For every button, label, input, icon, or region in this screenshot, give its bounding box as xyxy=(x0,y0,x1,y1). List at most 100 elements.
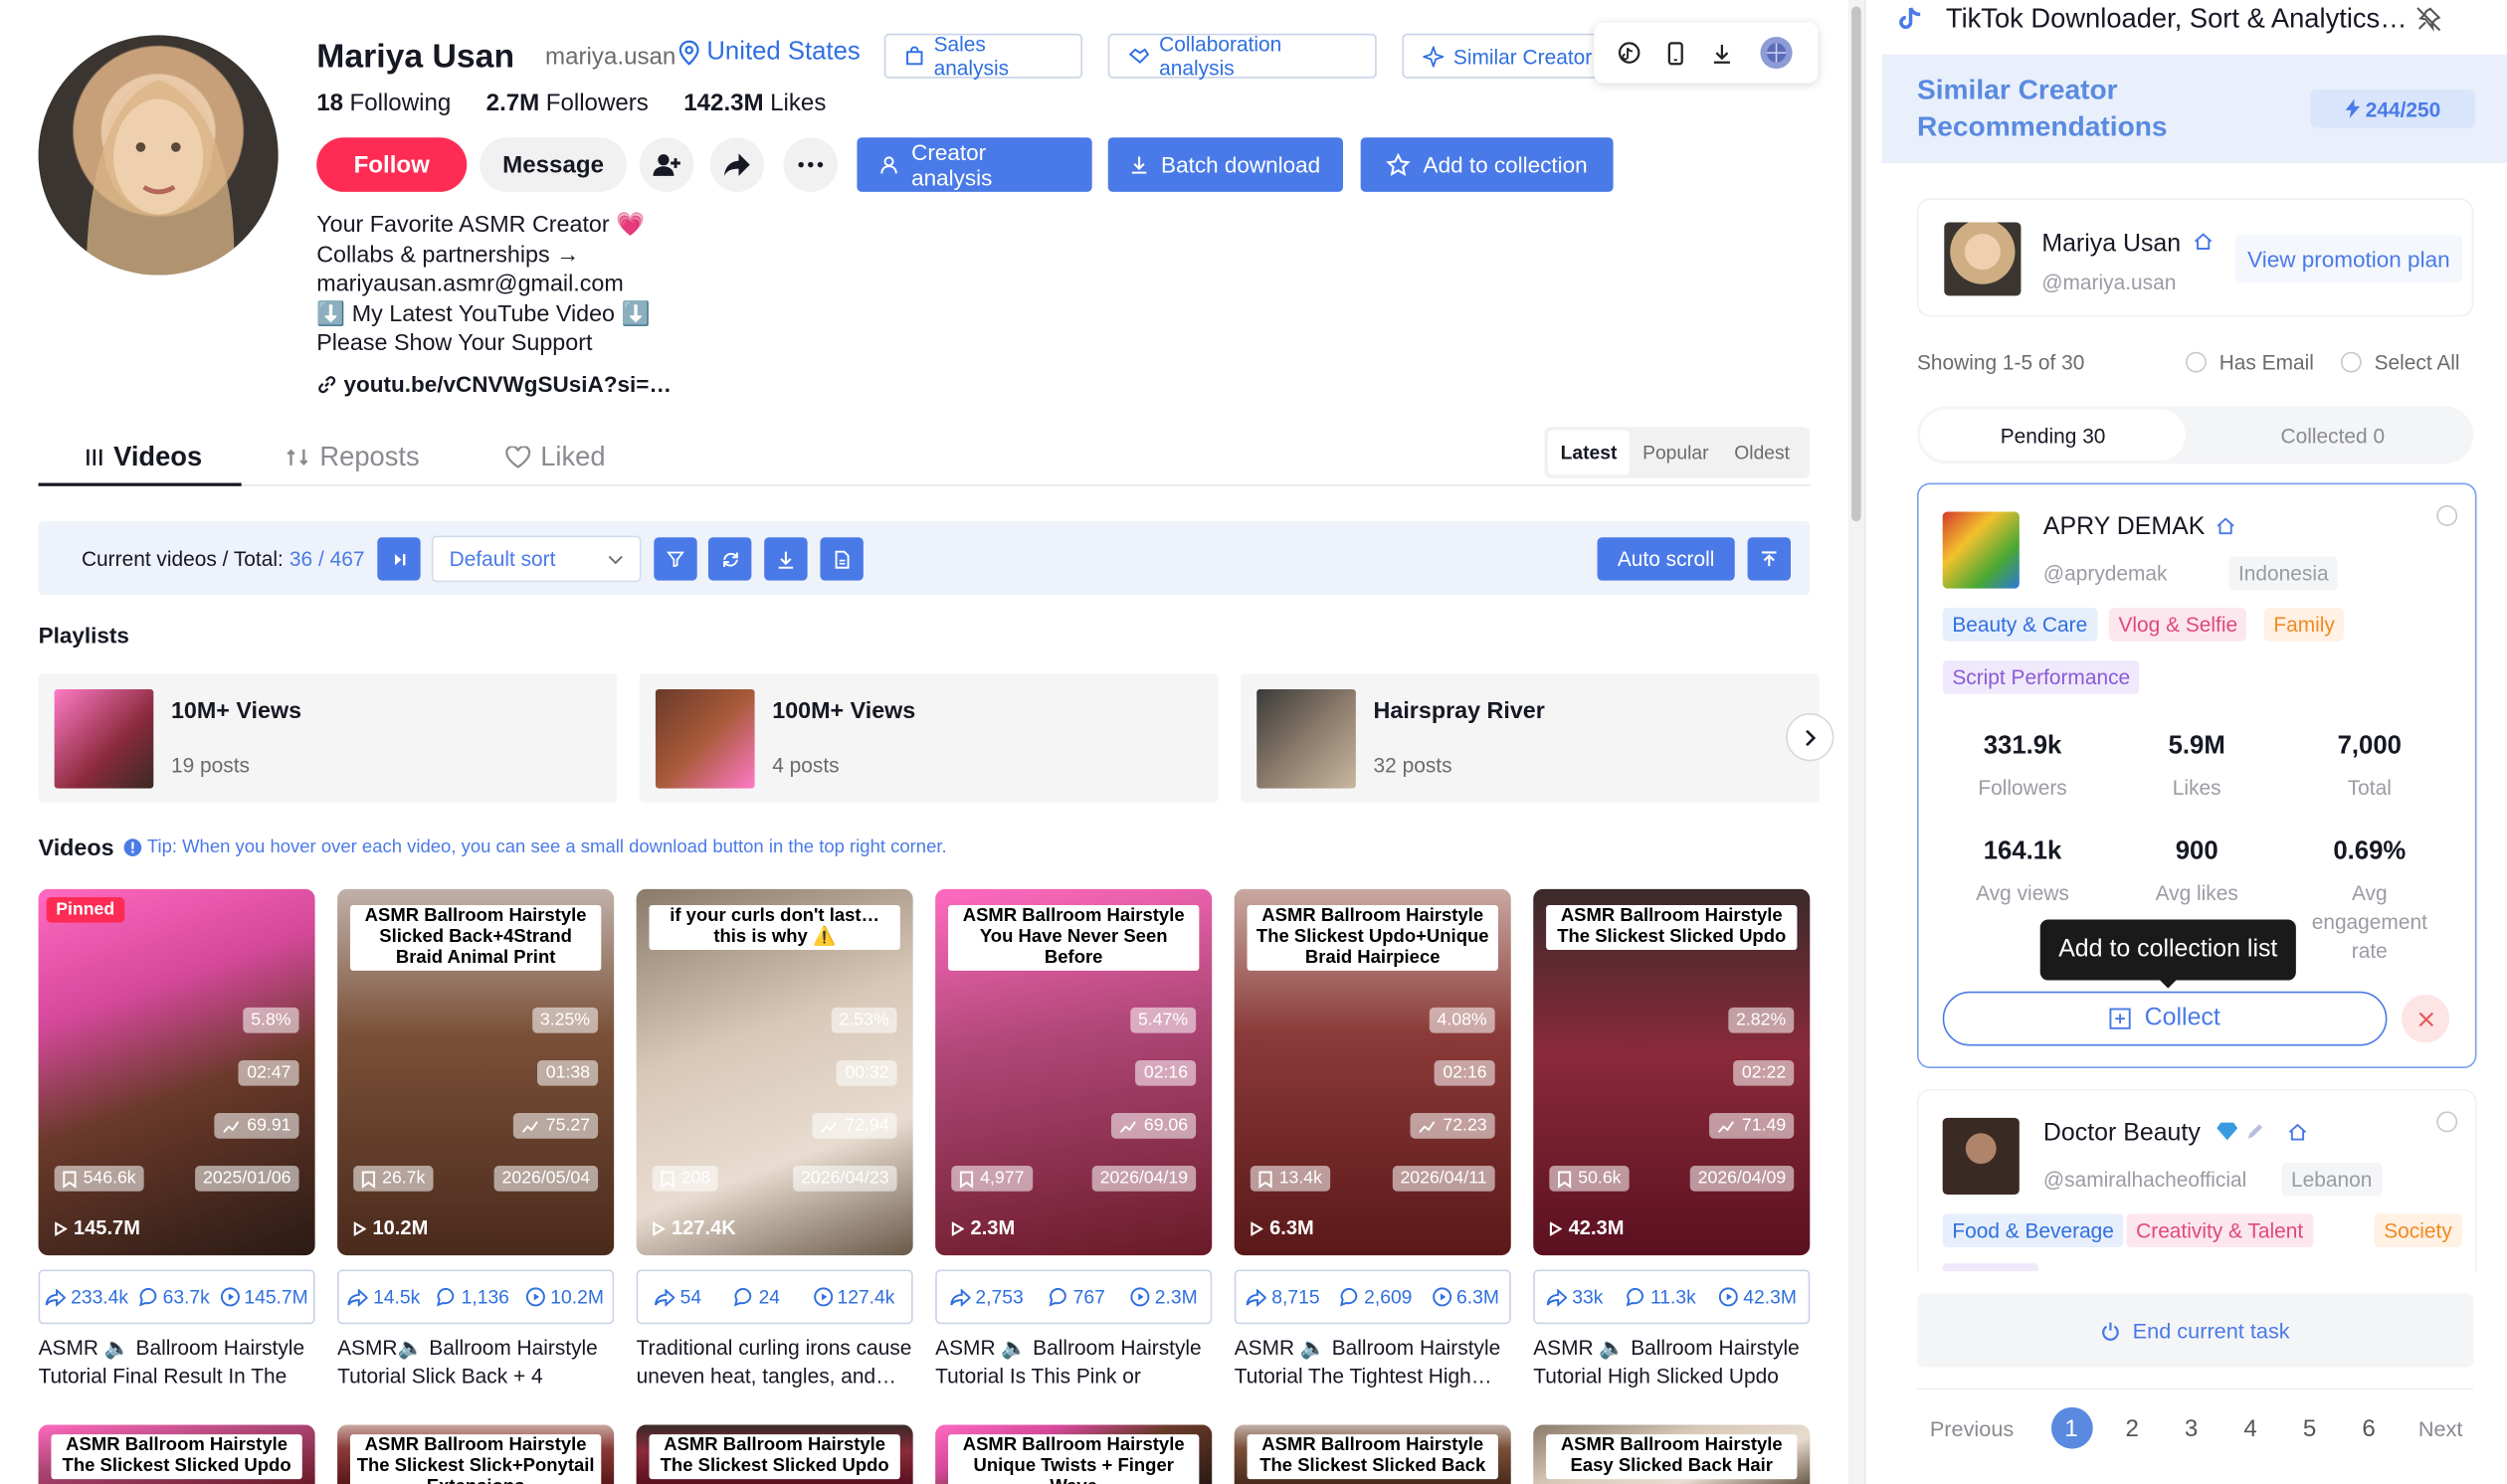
page-3[interactable]: 3 xyxy=(2172,1414,2211,1441)
video-count-value: 36 / 467 xyxy=(289,546,365,571)
user-globe-avatar-icon[interactable] xyxy=(1759,35,1794,70)
video-thumbnail[interactable]: if your curls don't last… this is why ⚠️… xyxy=(636,888,913,1256)
has-email-filter[interactable]: Has Email xyxy=(2185,350,2314,375)
plays-stat: 145.7M xyxy=(220,1286,308,1308)
collaboration-analysis-button[interactable]: Collaboration analysis xyxy=(1107,32,1377,80)
sort-select[interactable]: Default sort xyxy=(431,535,642,583)
following-stat[interactable]: 18 Following xyxy=(316,90,451,116)
page-2[interactable]: 2 xyxy=(2113,1414,2152,1441)
saves-value: 26.7k xyxy=(382,1169,426,1189)
scroll-top-button[interactable] xyxy=(1747,537,1792,581)
playlist-card[interactable]: Hairspray River 32 posts xyxy=(1241,672,1820,804)
creator-card[interactable]: Doctor Beauty @samiralhacheofficial Leba… xyxy=(1916,1088,2477,1272)
comments-value: 767 xyxy=(1072,1285,1105,1309)
profile-link[interactable]: youtu.be/vCNVWgSUsiA?si=… xyxy=(316,371,672,397)
video-title[interactable]: ASMR 🔈 Ballroom Hairstyle Tutorial The T… xyxy=(1235,1334,1516,1391)
video-thumbnail[interactable]: ASMR Ballroom Hairstyle You Have Never S… xyxy=(935,888,1213,1256)
tiktok-logo-icon[interactable] xyxy=(1618,42,1640,65)
dismiss-creator-button[interactable] xyxy=(2401,995,2450,1043)
video-thumbnail[interactable]: ASMR Ballroom Hairstyle The Slickest Upd… xyxy=(1234,888,1511,1256)
views-value: 42.3M xyxy=(1568,1216,1625,1240)
play-circle-icon xyxy=(1719,1287,1739,1307)
batch-download-button[interactable]: Batch download xyxy=(1107,137,1344,192)
video-thumbnail[interactable]: ASMR Ballroom Hairstyle The Slickest Sli… xyxy=(337,1424,615,1484)
tab-reposts[interactable]: Reposts xyxy=(287,442,420,473)
select-all-filter[interactable]: Select All xyxy=(2340,350,2460,374)
message-button[interactable]: Message xyxy=(480,137,628,192)
page-scrollbar-track[interactable] xyxy=(1847,0,1864,1484)
unpin-icon[interactable] xyxy=(2415,6,2441,32)
more-options-button[interactable] xyxy=(783,137,839,192)
video-title[interactable]: ASMR🔈 Ballroom Hairstyle Tutorial Slick … xyxy=(337,1334,619,1391)
video-title[interactable]: ASMR 🔈 Ballroom Hairstyle Tutorial High … xyxy=(1533,1334,1815,1391)
export-button[interactable] xyxy=(820,537,864,581)
shares-stat: 8,715 xyxy=(1247,1286,1320,1308)
pagination-previous[interactable]: Previous xyxy=(1930,1416,2014,1440)
tab-liked[interactable]: Liked xyxy=(505,442,606,473)
plays-stat: 6.3M xyxy=(1433,1286,1499,1308)
category-tag-partial xyxy=(1942,1263,2039,1272)
page-1[interactable]: 1 xyxy=(2050,1406,2092,1449)
video-thumbnail[interactable]: ASMR Ballroom Hairstyle The Slickest Sli… xyxy=(38,1424,315,1484)
page-5[interactable]: 5 xyxy=(2290,1414,2329,1441)
tab-pending[interactable]: Pending 30 xyxy=(1920,409,2186,462)
video-title[interactable]: Traditional curling irons cause uneven h… xyxy=(637,1334,918,1391)
page-6[interactable]: 6 xyxy=(2350,1414,2389,1441)
page-scrollbar-thumb[interactable] xyxy=(1851,6,1861,522)
view-promotion-plan-button[interactable]: View promotion plan xyxy=(2234,235,2463,283)
home-icon[interactable] xyxy=(2194,232,2213,251)
has-email-label: Has Email xyxy=(2218,350,2314,375)
load-all-button[interactable] xyxy=(377,537,421,581)
end-task-button[interactable]: End current task xyxy=(1916,1293,2474,1368)
creator-analysis-button[interactable]: Creator analysis xyxy=(857,137,1092,192)
refresh-button[interactable] xyxy=(707,537,752,581)
sort-latest[interactable]: Latest xyxy=(1547,430,1631,475)
page-4[interactable]: 4 xyxy=(2231,1414,2270,1441)
video-title[interactable]: ASMR 🔈 Ballroom Hairstyle Tutorial Final… xyxy=(39,1334,320,1391)
video-thumbnail[interactable]: ASMR Ballroom Hairstyle The Slickest Sli… xyxy=(1533,888,1811,1256)
tab-collected[interactable]: Collected 0 xyxy=(2199,410,2467,461)
shares-stat: 14.5k xyxy=(347,1286,420,1308)
video-thumbnail[interactable]: ASMR Ballroom Hairstyle Unique Twists + … xyxy=(935,1424,1213,1484)
shares-value: 33k xyxy=(1572,1285,1604,1309)
video-thumbnail[interactable]: ASMR Ballroom Hairstyle The Slickest Sli… xyxy=(1234,1424,1511,1484)
likes-stat: 142.3M Likes xyxy=(683,90,826,116)
video-thumbnail[interactable]: ASMR Ballroom Hairstyle The Slickest Sli… xyxy=(636,1424,913,1484)
add-friend-button[interactable] xyxy=(639,137,694,192)
follow-button[interactable]: Follow xyxy=(316,137,468,192)
sales-analysis-button[interactable]: Sales analysis xyxy=(883,32,1083,80)
power-icon xyxy=(2101,1320,2120,1341)
video-thumbnail[interactable]: ASMR Ballroom Hairstyle Slicked Back+4St… xyxy=(337,888,615,1256)
home-icon[interactable] xyxy=(2217,516,2235,535)
tab-videos[interactable]: Videos xyxy=(85,442,202,473)
select-all-radio[interactable] xyxy=(2340,351,2362,373)
video-thumbnail[interactable]: ASMR Ballroom Hairstyle Easy Slicked Bac… xyxy=(1533,1424,1811,1484)
followers-stat[interactable]: 2.7M Followers xyxy=(486,90,649,116)
share-profile-button[interactable] xyxy=(709,137,765,192)
creator-select-radio[interactable] xyxy=(2436,505,2458,526)
auto-scroll-button[interactable]: Auto scroll xyxy=(1597,537,1735,581)
video-caption: ASMR Ballroom Hairstyle The Slickest Upd… xyxy=(1247,904,1498,971)
video-thumbnail[interactable]: Pinned 5.8% 02:47 69.91 546.6k 2025/01/06 145.… xyxy=(38,888,315,1256)
phone-icon[interactable] xyxy=(1668,41,1684,65)
creator-select-radio[interactable] xyxy=(2436,1111,2458,1133)
home-icon[interactable] xyxy=(2288,1123,2307,1142)
collect-button[interactable]: Collect xyxy=(1942,991,2388,1046)
shares-value: 2,753 xyxy=(975,1285,1024,1309)
similar-creator-button[interactable]: Similar Creator xyxy=(1402,33,1603,79)
download-icon[interactable] xyxy=(1712,43,1731,64)
creator-card[interactable]: APRY DEMAK @aprydemak Indonesia Beauty &… xyxy=(1916,482,2477,1068)
filter-button[interactable] xyxy=(654,537,697,581)
has-email-radio[interactable] xyxy=(2185,351,2207,373)
playlist-card[interactable]: 10M+ Views 19 posts xyxy=(38,672,618,804)
playlist-next-button[interactable] xyxy=(1786,713,1834,762)
profile-avatar[interactable] xyxy=(38,35,279,276)
playlist-card[interactable]: 100M+ Views 4 posts xyxy=(639,672,1219,804)
sort-oldest[interactable]: Oldest xyxy=(1721,430,1802,474)
add-to-collection-button[interactable]: Add to collection xyxy=(1360,137,1614,192)
video-title[interactable]: ASMR 🔈 Ballroom Hairstyle Tutorial Is Th… xyxy=(935,1334,1217,1391)
pagination-next[interactable]: Next xyxy=(2418,1416,2463,1440)
collect-label: Collect xyxy=(2144,1004,2220,1032)
download-all-button[interactable] xyxy=(764,537,808,581)
sort-popular[interactable]: Popular xyxy=(1630,430,1721,474)
